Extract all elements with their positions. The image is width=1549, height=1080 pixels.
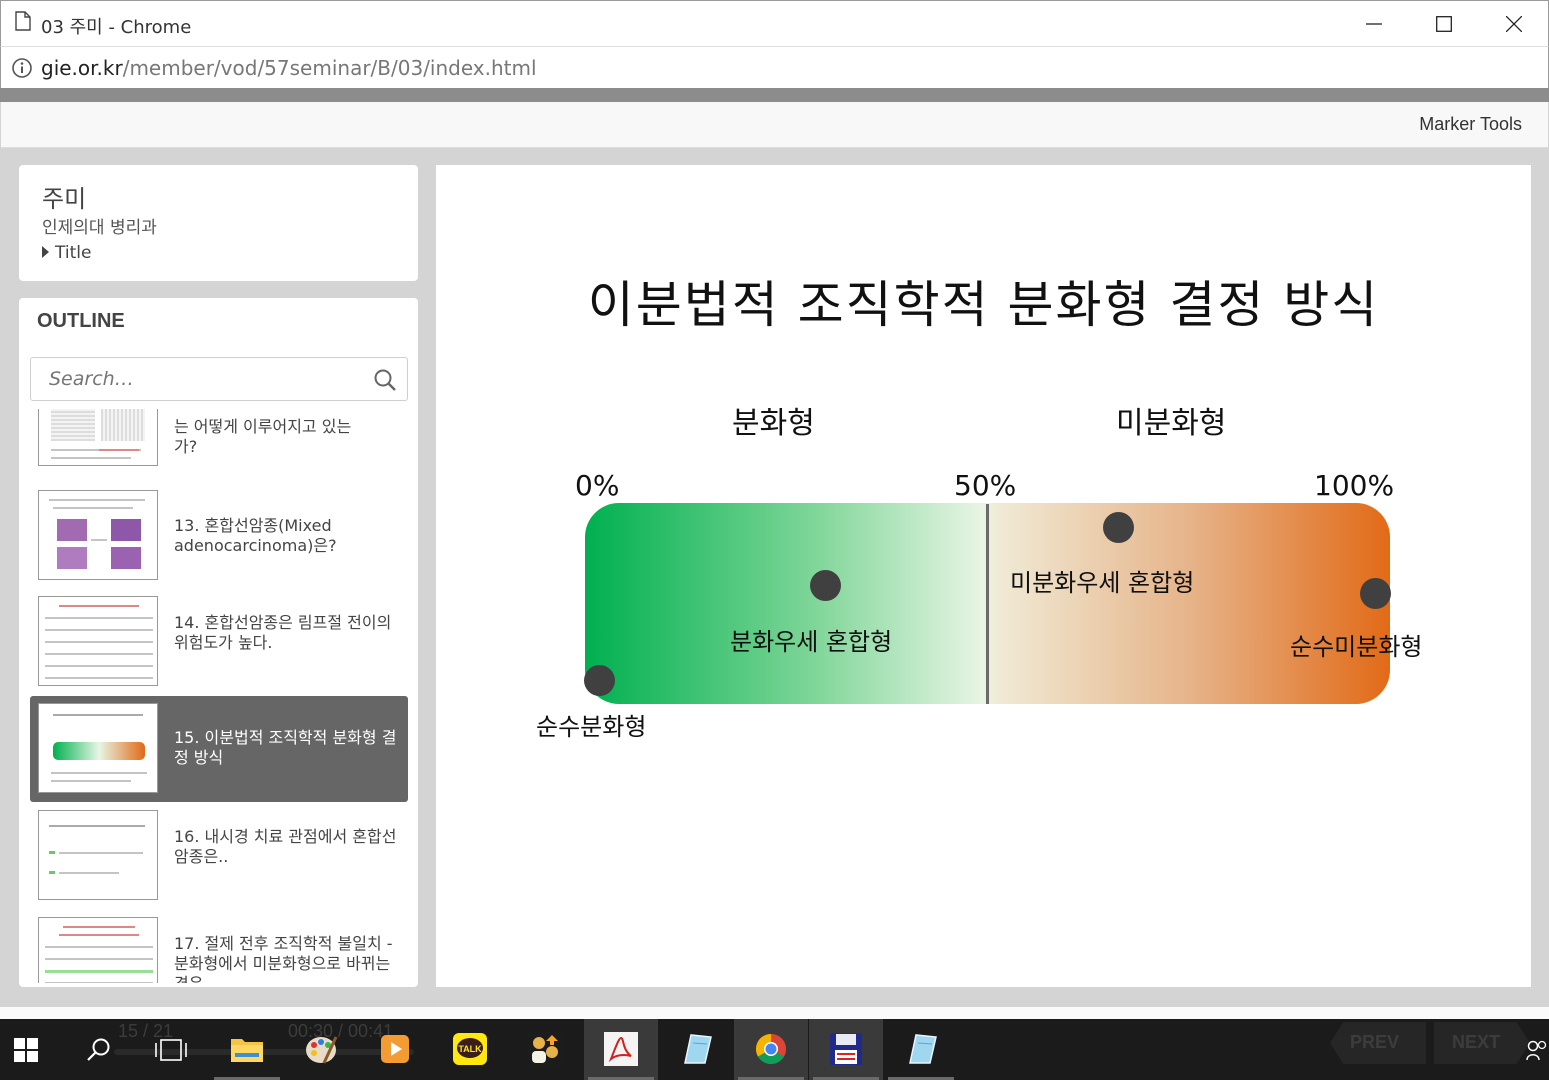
- label-undifferentiated-dominant: 미분화우세 혼합형: [1010, 569, 1195, 597]
- outline-item-label: 는 어떻게 이루어지고 있는 가?: [174, 417, 352, 456]
- windows-taskbar: 15 / 21 00:30 / 00:41 PREV NEXT TALK: [0, 1019, 1549, 1080]
- outline-item-17[interactable]: 17. 절제 전후 조직학적 불일치 - 분화형에서 미분화형으로 바뀌는 경우…: [30, 910, 408, 983]
- close-button[interactable]: [1479, 1, 1549, 47]
- taskbar-acrobat[interactable]: [584, 1019, 658, 1080]
- maximize-button[interactable]: [1409, 1, 1479, 47]
- divider: [0, 987, 1549, 1007]
- outline-item-14[interactable]: 14. 혼합선암종은 림프절 전이의 위험도가 높다.: [30, 589, 408, 695]
- group-label-undifferentiated: 미분화형: [1116, 406, 1227, 441]
- label-pure-differentiated: 순수분화형: [536, 713, 647, 741]
- presenter-name: 주미: [42, 185, 87, 213]
- marker-pure-differentiated: [584, 665, 615, 696]
- outline-item-label: 13. 혼합선암종(Mixed adenocarcinoma)은?: [174, 516, 337, 555]
- taskbar-users-app[interactable]: [508, 1019, 582, 1080]
- slide-thumbnail: [38, 810, 158, 900]
- search-icon: [87, 1038, 110, 1061]
- app-header: Marker Tools: [1, 102, 1548, 148]
- task-view-icon: [155, 1039, 187, 1061]
- chrome-icon: [755, 1034, 787, 1065]
- title-toggle-label: Title: [55, 243, 92, 263]
- marker-pure-undifferentiated: [1360, 578, 1391, 609]
- svg-text:TALK: TALK: [458, 1044, 482, 1054]
- taskbar-kakaotalk[interactable]: TALK: [433, 1019, 507, 1080]
- slide-canvas: 이분법적 조직학적 분화형 결정 방식 분화형 미분화형 0% 50% 100%…: [436, 165, 1531, 987]
- outline-item-13[interactable]: 13. 혼합선암종(Mixed adenocarcinoma)은?: [30, 483, 408, 589]
- maximize-icon: [1436, 16, 1452, 32]
- task-view-button[interactable]: [144, 1019, 196, 1080]
- search-taskbar-button[interactable]: [72, 1019, 124, 1080]
- caret-right-icon: [42, 246, 49, 258]
- taskbar-notes-app-2[interactable]: [884, 1019, 958, 1080]
- divider: [0, 88, 1549, 102]
- outline-item-label: 15. 이분법적 조직학적 분화형 결정 방식: [174, 728, 397, 767]
- title-toggle[interactable]: Title: [42, 243, 91, 263]
- close-icon: [1506, 16, 1522, 32]
- people-icon: [528, 1032, 562, 1066]
- outline-item-16[interactable]: 16. 내시경 치료 관점에서 혼합선암종은..: [30, 803, 408, 909]
- scale-50-percent: 50%: [954, 469, 1017, 502]
- window-title: 03 주미 - Chrome: [41, 17, 192, 38]
- minimize-button[interactable]: [1339, 1, 1409, 47]
- outline-item-label: 17. 절제 전후 조직학적 불일치 - 분화형에서 미분화형으로 바뀌는 경우…: [174, 934, 393, 983]
- taskbar-paint[interactable]: [284, 1019, 358, 1080]
- marker-differentiated-dominant: [810, 570, 841, 601]
- outline-list: 는 어떻게 이루어지고 있는 가? 13. 혼합선암종(Mixed adenoc…: [30, 409, 408, 983]
- next-label: NEXT: [1452, 1032, 1501, 1052]
- player-controls-strip: [0, 1007, 1549, 1019]
- search-input[interactable]: [31, 358, 361, 400]
- pdf-icon: [604, 1032, 638, 1066]
- outline-heading: OUTLINE: [37, 310, 125, 332]
- slide-thumbnail: [38, 490, 158, 580]
- slide-thumbnail: [38, 703, 158, 793]
- marker-tools-button[interactable]: Marker Tools: [1419, 114, 1522, 135]
- taskbar-notes-app[interactable]: [659, 1019, 733, 1080]
- slide-thumbnail: [38, 409, 158, 466]
- outline-item-15[interactable]: 15. 이분법적 조직학적 분화형 결정 방식: [30, 696, 408, 802]
- prev-label: PREV: [1350, 1032, 1400, 1052]
- search-icon[interactable]: [373, 368, 397, 392]
- presenter-card: 주미 인제의대 병리과 Title: [19, 165, 418, 281]
- label-differentiated-dominant: 분화우세 혼합형: [730, 628, 893, 656]
- scale-100-percent: 100%: [1314, 469, 1395, 502]
- folder-icon: [231, 1039, 263, 1062]
- document-icon: [15, 11, 31, 31]
- slide-title: 이분법적 조직학적 분화형 결정 방식: [587, 276, 1380, 334]
- group-label-differentiated: 분화형: [732, 406, 815, 441]
- label-pure-undifferentiated: 순수미분화형: [1290, 633, 1423, 661]
- taskbar-recorder[interactable]: [809, 1019, 883, 1080]
- url-text[interactable]: gie.or.kr/member/vod/57seminar/B/03/inde…: [41, 56, 537, 80]
- slide-thumbnail: [38, 596, 158, 686]
- minimize-icon: [1366, 23, 1382, 25]
- info-icon[interactable]: [11, 57, 33, 79]
- people-tray-button[interactable]: [1522, 1019, 1549, 1080]
- marker-undifferentiated-dominant: [1103, 512, 1134, 543]
- play-icon: [381, 1035, 409, 1063]
- url-path: /member/vod/57seminar/B/03/index.html: [122, 56, 537, 80]
- search-box: [30, 357, 408, 401]
- outline-panel: OUTLINE 는 어떻게 이루어지고 있는 가?: [19, 298, 418, 987]
- notepad-icon: [684, 1034, 712, 1064]
- taskbar-chrome[interactable]: [734, 1019, 808, 1080]
- notepad-icon: [909, 1034, 937, 1064]
- midpoint-line: [986, 504, 989, 704]
- url-host: gie.or.kr: [41, 56, 123, 80]
- taskbar-media-player[interactable]: [358, 1019, 432, 1080]
- slide-thumbnail: [38, 917, 158, 983]
- presenter-org: 인제의대 병리과: [42, 218, 157, 238]
- outline-item-label: 14. 혼합선암종은 림프절 전이의 위험도가 높다.: [174, 613, 392, 652]
- scale-0-percent: 0%: [575, 469, 620, 502]
- outline-item-label: 16. 내시경 치료 관점에서 혼합선암종은..: [174, 827, 397, 866]
- start-button[interactable]: [0, 1019, 52, 1080]
- window-titlebar: 03 주미 - Chrome: [0, 0, 1549, 46]
- address-bar[interactable]: gie.or.kr/member/vod/57seminar/B/03/inde…: [0, 46, 1549, 88]
- paint-palette-icon: [306, 1036, 338, 1064]
- outline-item-12[interactable]: 는 어떻게 이루어지고 있는 가?: [30, 409, 408, 475]
- floppy-disk-icon: [830, 1033, 862, 1065]
- kakaotalk-icon: TALK: [453, 1033, 487, 1065]
- taskbar-file-explorer[interactable]: [210, 1019, 284, 1080]
- people-icon: [1526, 1040, 1547, 1061]
- windows-logo-icon: [14, 1038, 38, 1062]
